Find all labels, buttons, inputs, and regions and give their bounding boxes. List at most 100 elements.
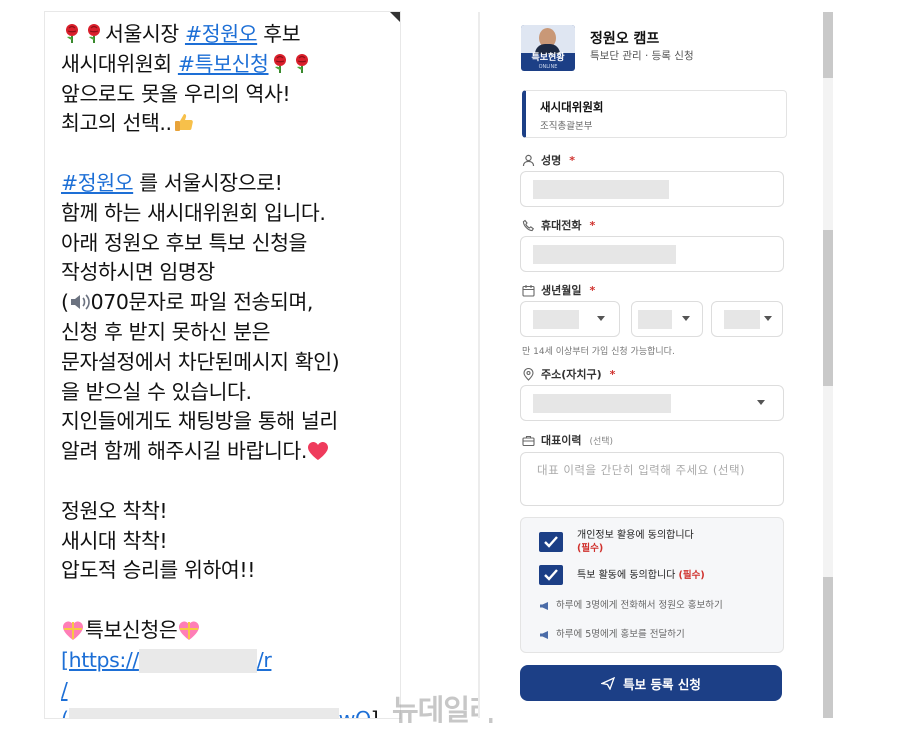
redacted-day bbox=[724, 310, 760, 329]
career-label-text: 대표이력 bbox=[541, 434, 582, 447]
career-textarea[interactable]: 대표 이력을 간단히 입력해 주세요 (선택) bbox=[520, 452, 784, 506]
redacted-district bbox=[533, 394, 671, 413]
gift-heart-icon bbox=[179, 621, 200, 640]
scrollbar-thumb[interactable] bbox=[823, 12, 833, 78]
send-icon bbox=[601, 676, 616, 690]
message-link-line-3[interactable]: ( wQ] bbox=[61, 705, 396, 718]
message-line-18: 새시대 착착! bbox=[61, 528, 168, 553]
submit-button[interactable]: 특보 등록 신청 bbox=[520, 665, 782, 701]
career-placeholder: 대표 이력을 간단히 입력해 주세요 (선택) bbox=[537, 463, 746, 477]
redacted-url bbox=[138, 648, 257, 673]
chevron-down-icon bbox=[764, 316, 772, 321]
district-select[interactable] bbox=[520, 385, 784, 421]
message-line-9: 작성하시면 임명장 bbox=[61, 260, 215, 285]
hashtag-jungwonoh-2[interactable]: #정원오 bbox=[61, 171, 134, 195]
hashtag-special-aide-application[interactable]: #특보신청 bbox=[178, 52, 269, 76]
message-line-6: #정원오 를 서울시장으로! bbox=[61, 169, 396, 199]
scrollbar-thumb[interactable] bbox=[823, 230, 833, 386]
redacted-phone bbox=[533, 245, 676, 264]
link-close: ] bbox=[371, 707, 379, 718]
message-link-line-2[interactable]: / bbox=[61, 676, 396, 706]
message-line-10-text: 070문자로 파일 전송되며, bbox=[90, 290, 314, 315]
submit-button-label: 특보 등록 신청 bbox=[623, 676, 701, 692]
message-line-15: 알려 함께 해주시길 바랍니다. bbox=[61, 437, 396, 467]
organization-title: 새시대위원회 bbox=[540, 100, 604, 114]
message-line-7: 함께 하는 새시대위원회 입니다. bbox=[61, 200, 326, 225]
message-line-4-text: 최고의 선택.. bbox=[61, 111, 172, 136]
message-line-15-text: 알려 함께 해주시길 바랍니다. bbox=[61, 439, 307, 464]
activity-consent-checkbox[interactable] bbox=[539, 565, 563, 585]
redacted-url bbox=[68, 708, 339, 718]
link-part-2[interactable]: / bbox=[61, 678, 68, 702]
message-line-8: 아래 정원오 후보 특보 신청을 bbox=[61, 230, 307, 255]
link-part-4[interactable]: wQ bbox=[339, 707, 372, 718]
birth-month-select[interactable] bbox=[631, 301, 703, 337]
name-label-text: 성명 bbox=[541, 154, 562, 167]
address-label-text: 주소(자치구) bbox=[541, 368, 602, 381]
message-link-line-1[interactable]: [https:// /r bbox=[61, 646, 396, 676]
phone-label-text: 휴대전화 bbox=[541, 219, 582, 232]
rose-icon bbox=[273, 53, 286, 73]
message-line-11: 신청 후 받지 못하신 분은 bbox=[61, 319, 271, 344]
birth-year-select[interactable] bbox=[520, 301, 620, 337]
duty-note-2: 하루에 5명에게 홍보를 전달하기 bbox=[539, 628, 761, 641]
message-line-21: 특보신청은 bbox=[61, 616, 396, 646]
activity-consent-label[interactable]: 특보 활동에 동의합니다 (필수) bbox=[577, 569, 705, 582]
rose-icon bbox=[88, 24, 100, 43]
required-mark: * bbox=[569, 153, 576, 167]
gift-heart-icon bbox=[63, 621, 83, 640]
campaign-logo: 특보현황 ONLINE bbox=[521, 25, 575, 71]
thumbs-up-icon bbox=[174, 114, 193, 132]
hashtag-jungwonoh[interactable]: #정원오 bbox=[185, 22, 258, 46]
phone-input[interactable] bbox=[520, 236, 784, 272]
privacy-consent-checkbox[interactable] bbox=[539, 532, 563, 552]
privacy-consent-label[interactable]: 개인정보 활용에 동의합니다 (필수) bbox=[577, 529, 694, 555]
speaker-icon bbox=[70, 294, 90, 310]
calendar-icon bbox=[522, 284, 535, 297]
phone-icon bbox=[522, 219, 535, 231]
duty-note-1: 하루에 3명에게 전화해서 정원오 홍보하기 bbox=[539, 599, 761, 612]
activity-required: (필수) bbox=[678, 570, 705, 581]
organization-card: 새시대위원회 조직총괄본부 bbox=[522, 90, 787, 138]
optional-mark: (선택) bbox=[589, 436, 614, 447]
rose-icon bbox=[295, 53, 308, 73]
chevron-down-icon bbox=[682, 316, 690, 321]
person-icon bbox=[522, 154, 535, 166]
message-line-1: 서울시장 #정원오 후보 bbox=[61, 20, 396, 50]
privacy-required: (필수) bbox=[577, 543, 604, 554]
redacted-year bbox=[533, 310, 579, 329]
phone-label: 휴대전화 * bbox=[522, 217, 595, 233]
link-part[interactable]: /r bbox=[257, 648, 272, 672]
link-prefix[interactable]: [https:// bbox=[61, 648, 139, 672]
registration-form-screen: 특보현황 ONLINE 정원오 캠프 특보단 관리 · 등록 신청 새시대위원회… bbox=[478, 12, 834, 718]
scrollbar[interactable] bbox=[823, 12, 833, 718]
birthdate-label-text: 생년월일 bbox=[541, 284, 582, 297]
birth-day-select[interactable] bbox=[711, 301, 783, 337]
required-mark: * bbox=[609, 367, 616, 381]
scrollbar-thumb[interactable] bbox=[823, 577, 833, 718]
duty-note-1-text: 하루에 3명에게 전화해서 정원오 홍보하기 bbox=[556, 600, 723, 611]
message-text: 서울시장 #정원오 후보 새시대위원회 #특보신청 앞으로도 못올 우리의 역사… bbox=[61, 20, 396, 718]
page-subtitle: 특보단 관리 · 등록 신청 bbox=[590, 50, 694, 62]
pin-icon bbox=[523, 367, 534, 381]
address-label: 주소(자치구) * bbox=[522, 366, 615, 382]
link-part-3[interactable]: ( bbox=[61, 707, 69, 718]
name-label: 성명 * bbox=[522, 152, 575, 168]
career-label: 대표이력 (선택) bbox=[522, 432, 613, 448]
message-bubble: 서울시장 #정원오 후보 새시대위원회 #특보신청 앞으로도 못올 우리의 역사… bbox=[45, 12, 400, 718]
check-icon bbox=[544, 569, 558, 581]
page-title: 정원오 캠프 bbox=[590, 31, 660, 47]
briefcase-icon bbox=[522, 435, 535, 446]
chevron-down-icon bbox=[757, 400, 765, 405]
message-line-10-open: ( bbox=[61, 290, 69, 315]
agreement-box: 개인정보 활용에 동의합니다 (필수) 특보 활동에 동의합니다 (필수) 하루… bbox=[520, 517, 784, 653]
required-mark: * bbox=[589, 283, 596, 297]
message-line-1-text: 서울시장 bbox=[105, 22, 185, 46]
message-line-17: 정원오 착착! bbox=[61, 498, 168, 523]
message-line-19: 압도적 승리를 위하여!! bbox=[61, 558, 256, 583]
message-line-2: 새시대위원회 #특보신청 bbox=[61, 50, 396, 80]
name-input[interactable] bbox=[520, 171, 784, 207]
candidate-photo bbox=[521, 25, 575, 54]
